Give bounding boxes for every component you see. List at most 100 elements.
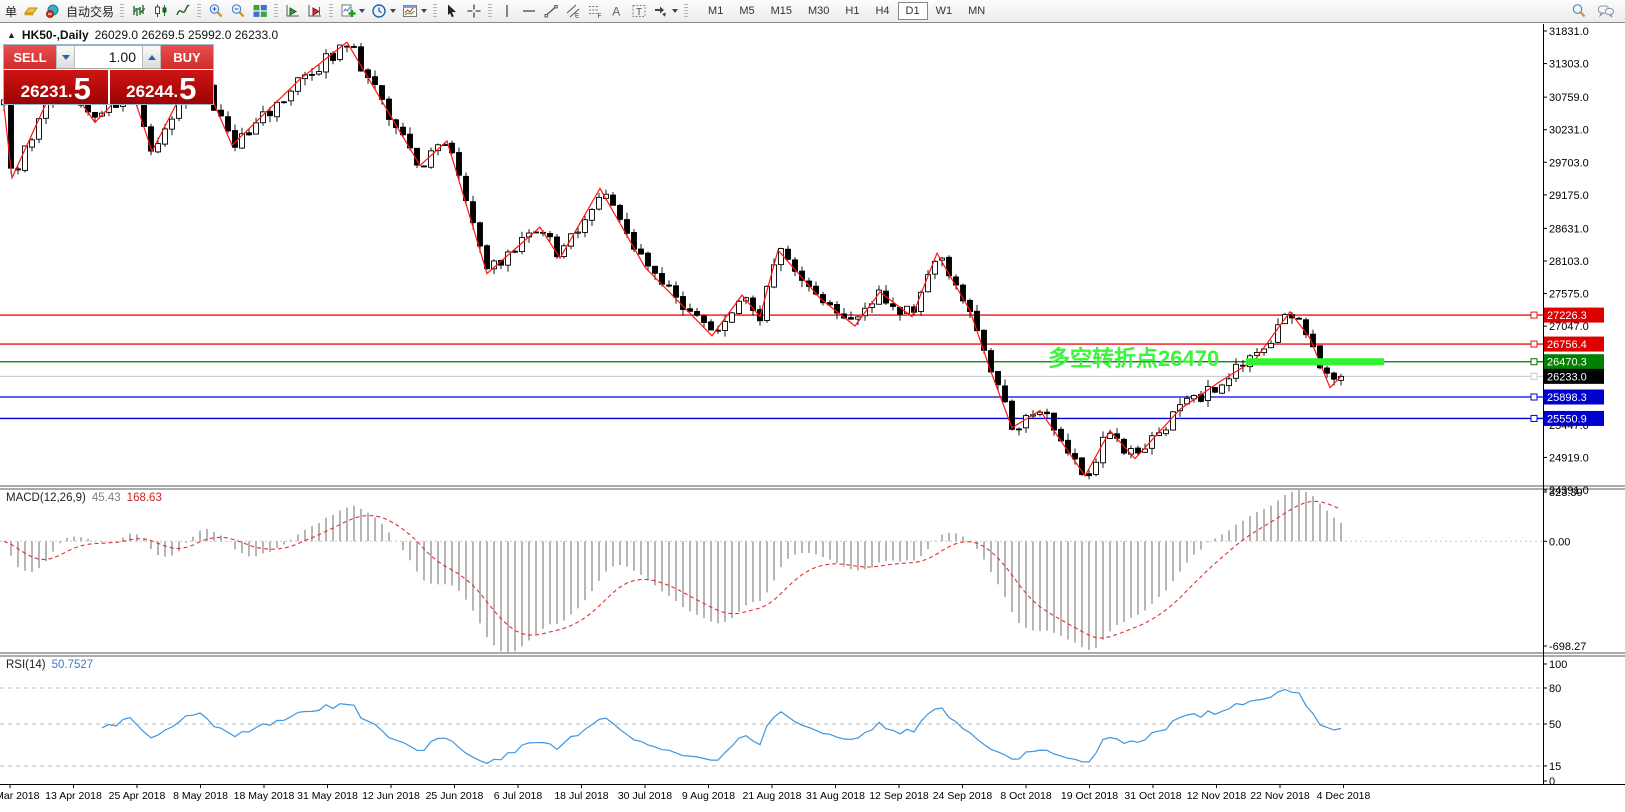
rsi-value: 50.7527 — [52, 659, 94, 671]
new-order-icon[interactable] — [20, 2, 41, 21]
tf-button-d1[interactable]: D1 — [898, 2, 928, 20]
vertical-line-icon[interactable] — [496, 2, 517, 21]
templates-icon[interactable] — [399, 2, 420, 21]
price-badge: 26470.3 — [1544, 354, 1604, 369]
svg-text:27047.0: 27047.0 — [1549, 321, 1589, 333]
price-badge: 25898.3 — [1544, 390, 1604, 405]
periods-icon[interactable] — [368, 2, 389, 21]
terminal-window: 多空转折点2647031831.031303.030759.030231.029… — [0, 0, 1625, 812]
svg-text:22 Nov 2018: 22 Nov 2018 — [1250, 790, 1310, 802]
trendline-icon[interactable] — [540, 2, 561, 21]
svg-text:12 Jun 2018: 12 Jun 2018 — [362, 790, 420, 802]
tf-button-m1[interactable]: M1 — [700, 2, 731, 20]
volume-box: 1.00 — [56, 45, 161, 69]
chat-icon[interactable] — [1595, 2, 1616, 21]
sell-price-big-digit: 5 — [74, 76, 91, 102]
svg-text:100: 100 — [1549, 659, 1567, 671]
svg-text:50: 50 — [1549, 719, 1561, 731]
macd-name: MACD(12,26,9) — [6, 492, 86, 504]
buy-price-display[interactable]: 26244. 5 — [110, 70, 214, 104]
zoom-in-icon[interactable] — [205, 2, 226, 21]
svg-text:30 Jul 2018: 30 Jul 2018 — [618, 790, 672, 802]
svg-text:26756.4: 26756.4 — [1547, 339, 1587, 351]
chart-symbol-period: HK50-,Daily — [22, 28, 89, 42]
shapes-arrows-icon[interactable] — [650, 2, 671, 21]
svg-text:27575.0: 27575.0 — [1549, 289, 1589, 301]
svg-text:6 Jul 2018: 6 Jul 2018 — [494, 790, 543, 802]
svg-text:8 May 2018: 8 May 2018 — [173, 790, 228, 802]
tile-windows-icon[interactable] — [249, 2, 270, 21]
svg-text:12 Sep 2018: 12 Sep 2018 — [869, 790, 929, 802]
svg-text:12 Nov 2018: 12 Nov 2018 — [1187, 790, 1247, 802]
sell-button[interactable]: SELL — [4, 45, 56, 69]
macd-axis[interactable]: 323.390.00-698.27 — [1543, 487, 1586, 653]
chart-annotation-text[interactable]: 多空转折点26470 — [1048, 346, 1219, 371]
green-support-bar[interactable] — [1246, 358, 1384, 365]
svg-text:18 Jul 2018: 18 Jul 2018 — [554, 790, 608, 802]
macd-signal-line — [4, 501, 1341, 638]
svg-text:T: T — [636, 7, 642, 18]
svg-text:-698.27: -698.27 — [1549, 641, 1586, 653]
arrow-down-icon — [62, 55, 70, 60]
volume-decrease-button[interactable] — [56, 46, 75, 68]
new-chart-icon[interactable] — [337, 2, 358, 21]
text-icon[interactable]: A — [606, 2, 627, 21]
svg-text:31 May 2018: 31 May 2018 — [297, 790, 358, 802]
svg-text:13 Apr 2018: 13 Apr 2018 — [45, 790, 102, 802]
fibonacci-icon[interactable]: F — [584, 2, 605, 21]
date-axis[interactable]: 29 Mar 201813 Apr 201825 Apr 20188 May 2… — [0, 784, 1625, 802]
svg-text:19 Oct 2018: 19 Oct 2018 — [1061, 790, 1118, 802]
sell-price-display[interactable]: 26231. 5 — [4, 70, 108, 104]
auto-scroll-icon[interactable] — [282, 2, 303, 21]
toolbar-grip — [329, 4, 333, 19]
text-label-icon[interactable]: T — [628, 2, 649, 21]
equidistant-channel-icon[interactable]: E — [562, 2, 583, 21]
new-order-button[interactable]: 单 — [3, 3, 19, 20]
new-chart-dropdown-icon[interactable] — [359, 9, 365, 13]
rsi-line — [102, 690, 1341, 764]
buy-button[interactable]: BUY — [161, 45, 213, 69]
shapes-dropdown-icon[interactable] — [672, 9, 678, 13]
templates-dropdown-icon[interactable] — [421, 9, 427, 13]
svg-text:80: 80 — [1549, 683, 1561, 695]
svg-text:25550.9: 25550.9 — [1547, 413, 1587, 425]
volume-input[interactable]: 1.00 — [75, 46, 142, 68]
svg-text:323.39: 323.39 — [1549, 487, 1583, 499]
svg-text:24 Sep 2018: 24 Sep 2018 — [933, 790, 993, 802]
svg-text:30759.0: 30759.0 — [1549, 92, 1589, 104]
candlestick-chart-icon[interactable] — [150, 2, 171, 21]
svg-text:25 Jun 2018: 25 Jun 2018 — [426, 790, 484, 802]
rsi-axis[interactable]: 1008050150 — [1543, 659, 1567, 788]
tf-button-mn[interactable]: MN — [960, 2, 993, 20]
tf-button-m15[interactable]: M15 — [763, 2, 800, 20]
auto-trading-icon[interactable] — [42, 2, 63, 21]
chart-shift-icon[interactable] — [304, 2, 325, 21]
rsi-name: RSI(14) — [6, 659, 46, 671]
panel-separators[interactable] — [0, 486, 1625, 656]
timeframe-toolbar: M1M5M15M30H1H4D1W1MN — [700, 2, 993, 20]
tf-button-h1[interactable]: H1 — [837, 2, 867, 20]
zoom-out-icon[interactable] — [227, 2, 248, 21]
arrow-up-icon — [148, 55, 156, 60]
tf-button-m5[interactable]: M5 — [731, 2, 762, 20]
auto-trading-button[interactable]: 自动交易 — [64, 3, 116, 20]
level-lines[interactable] — [0, 312, 1543, 421]
svg-text:29703.0: 29703.0 — [1549, 157, 1589, 169]
volume-increase-button[interactable] — [142, 46, 161, 68]
line-chart-icon[interactable] — [172, 2, 193, 21]
crosshair-icon[interactable] — [463, 2, 484, 21]
horizontal-line-icon[interactable] — [518, 2, 539, 21]
svg-text:24919.0: 24919.0 — [1549, 452, 1589, 464]
price-badge: 27226.3 — [1544, 308, 1604, 323]
periods-dropdown-icon[interactable] — [390, 9, 396, 13]
tf-button-h4[interactable]: H4 — [867, 2, 897, 20]
bars-chart-icon[interactable] — [128, 2, 149, 21]
svg-text:8 Oct 2018: 8 Oct 2018 — [1000, 790, 1052, 802]
search-icon[interactable] — [1568, 2, 1589, 21]
tf-button-m30[interactable]: M30 — [800, 2, 837, 20]
collapse-trade-panel-icon[interactable]: ▲ — [7, 30, 16, 40]
rsi-indicator-label: RSI(14) 50.7527 — [6, 659, 93, 671]
tf-button-w1[interactable]: W1 — [928, 2, 961, 20]
chart-canvas[interactable]: 多空转折点2647031831.031303.030759.030231.029… — [0, 0, 1625, 812]
cursor-icon[interactable] — [441, 2, 462, 21]
